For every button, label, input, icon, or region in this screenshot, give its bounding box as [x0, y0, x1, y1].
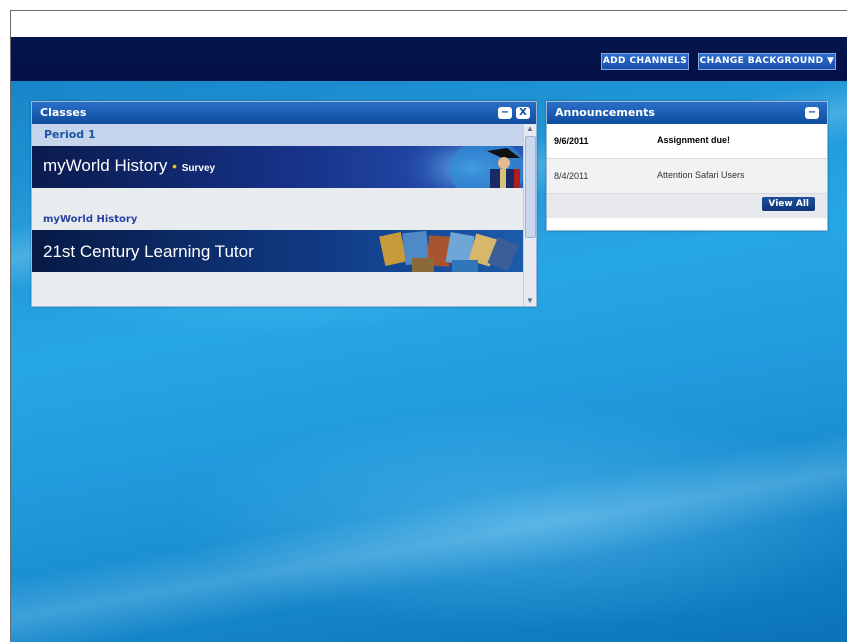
close-icon: X: [519, 107, 527, 118]
classes-scrollbar[interactable]: ▲ ▼: [523, 124, 536, 306]
announcements-panel-header: Announcements −: [547, 102, 827, 124]
classes-list: Period 1 myWorld History • Survey myWorl…: [32, 124, 524, 272]
add-channels-label: ADD CHANNELS: [602, 56, 688, 66]
minimize-icon: −: [807, 107, 817, 118]
top-toolbar: ADD CHANNELS CHANGE BACKGROUND ▼: [11, 37, 847, 81]
view-all-label: View All: [768, 199, 809, 209]
course-link-myworld-history[interactable]: myWorld History: [32, 210, 524, 230]
announcements-panel: Announcements − 9/6/2011 Assignment due!…: [546, 101, 828, 231]
add-channels-button[interactable]: ADD CHANNELS: [601, 53, 689, 70]
change-background-button[interactable]: CHANGE BACKGROUND ▼: [698, 53, 836, 70]
chevron-down-icon: ▼: [827, 56, 835, 66]
announcements-panel-title: Announcements: [555, 106, 655, 119]
view-all-button[interactable]: View All: [762, 197, 815, 211]
change-background-label: CHANGE BACKGROUND: [699, 56, 824, 66]
course-title: 21st Century Learning Tutor: [43, 242, 254, 261]
course-banner-myworld-history-survey[interactable]: myWorld History • Survey: [32, 146, 524, 188]
course-link-label: myWorld History: [43, 214, 138, 225]
classes-panel-title: Classes: [40, 106, 87, 119]
period-header: Period 1: [32, 124, 524, 146]
announcement-title: Assignment due!: [657, 135, 731, 145]
announcement-date: 9/6/2011: [554, 136, 589, 146]
bullet-icon: •: [172, 158, 178, 174]
classes-panel-header: Classes − X: [32, 102, 536, 124]
background-light-streak: [11, 414, 847, 642]
minimize-icon: −: [500, 107, 510, 118]
course-subtitle: Survey: [181, 163, 216, 174]
announcements-minimize-button[interactable]: −: [805, 107, 819, 119]
course-banner-21st-century-learning-tutor[interactable]: 21st Century Learning Tutor: [32, 230, 524, 272]
scrollbar-thumb[interactable]: [525, 136, 536, 238]
announcement-date: 8/4/2011: [554, 171, 589, 181]
announcement-row[interactable]: 8/4/2011 Attention Safari Users: [547, 159, 827, 194]
period-label: Period 1: [44, 128, 96, 141]
classes-minimize-button[interactable]: −: [498, 107, 512, 119]
scroll-down-icon[interactable]: ▼: [525, 296, 535, 306]
course-title: myWorld History • Survey: [43, 156, 216, 175]
announcements-footer: View All: [547, 194, 827, 218]
classes-panel: Classes − X Period 1 myWorld History • S…: [31, 101, 537, 307]
app-frame: ADD CHANNELS CHANGE BACKGROUND ▼ Classes…: [10, 10, 847, 642]
announcement-row[interactable]: 9/6/2011 Assignment due!: [547, 124, 827, 159]
desktop-background: Classes − X Period 1 myWorld History • S…: [11, 64, 847, 642]
classes-close-button[interactable]: X: [516, 107, 530, 119]
scroll-up-icon[interactable]: ▲: [525, 124, 535, 134]
announcement-title: Attention Safari Users: [657, 170, 745, 180]
